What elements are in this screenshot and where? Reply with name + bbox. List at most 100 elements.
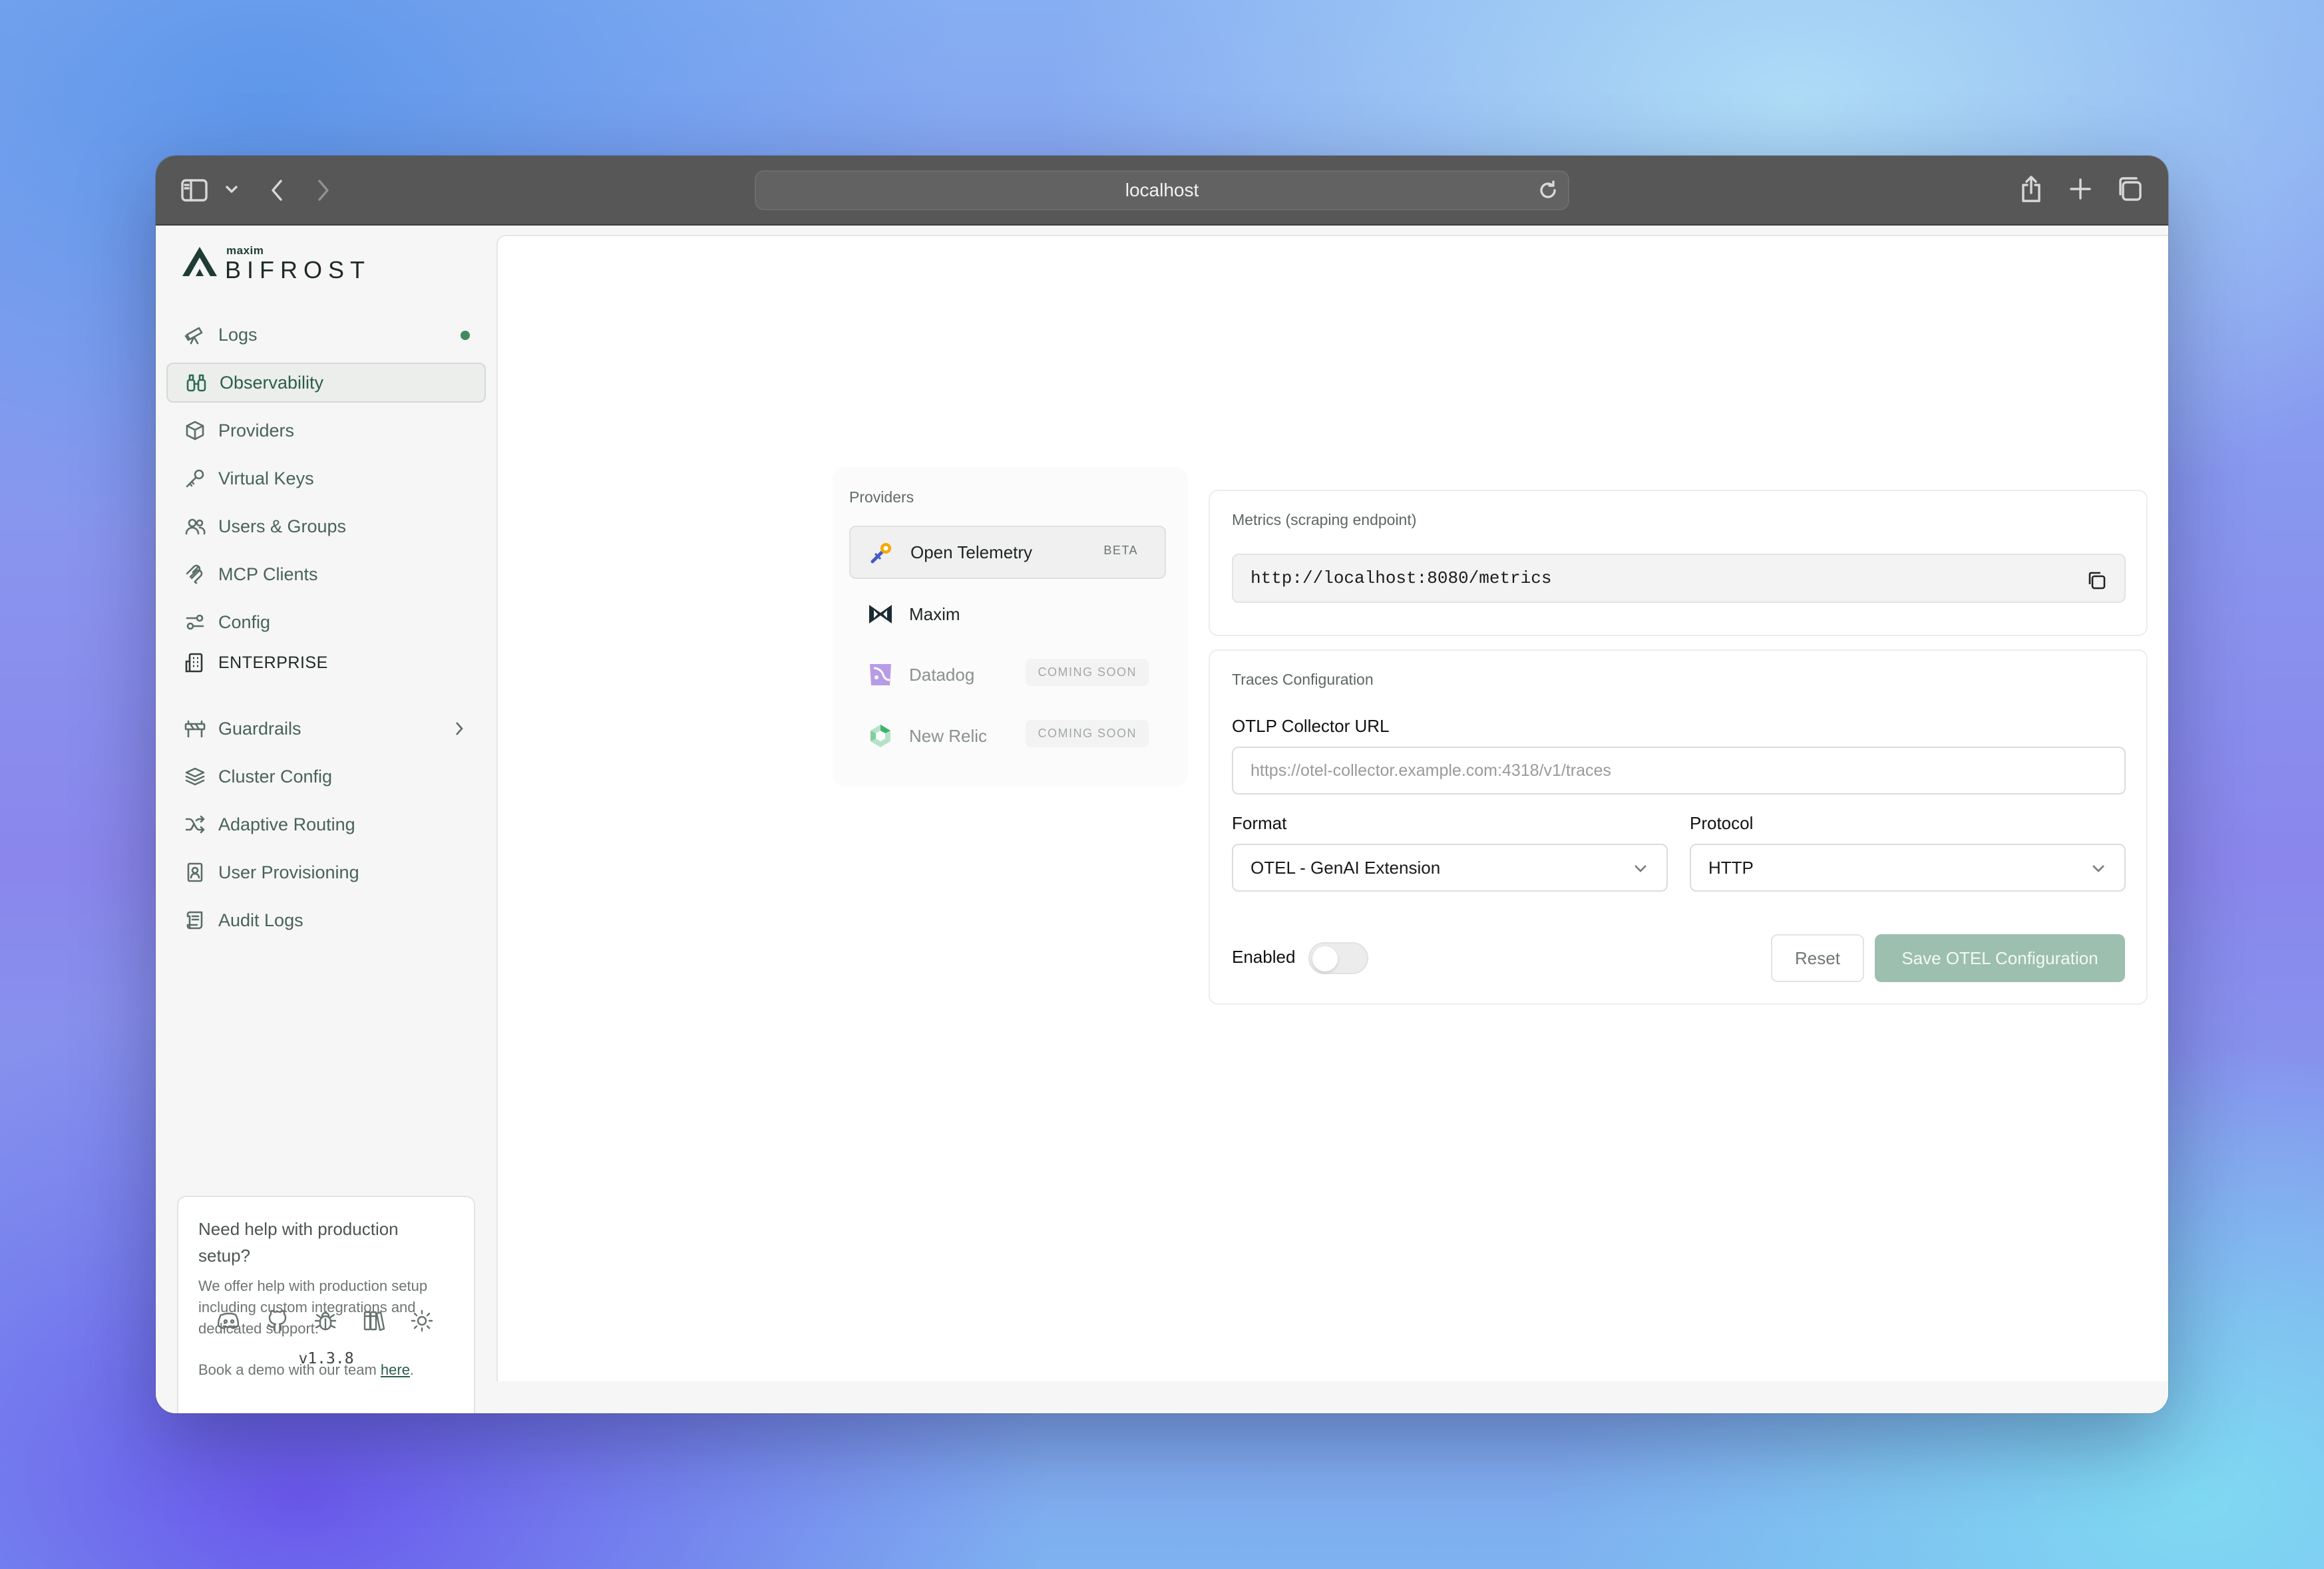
sidebar-item-label: User Provisioning [218,862,359,882]
users-icon [184,515,206,538]
sidebar-item-adaptive-routing[interactable]: Adaptive Routing [166,804,486,844]
address-bar[interactable]: localhost [755,170,1569,210]
chevron-down-icon [1632,860,1649,882]
provider-datadog: Datadog COMING SOON [849,648,1166,701]
reload-icon[interactable] [1537,180,1559,201]
sidebar-item-label: Audit Logs [218,910,303,930]
metrics-title: Metrics (scraping endpoint) [1232,511,1417,528]
providers-title: Providers [849,488,914,506]
sun-icon[interactable] [409,1308,435,1334]
browser-window: localhost maxim BIFROST Logs Observabili… [156,156,2168,1413]
bug-icon[interactable] [312,1308,339,1334]
copy-icon[interactable] [2086,570,2107,596]
telescope-icon [184,323,206,346]
help-card-title: Need help with production setup? [198,1219,399,1266]
sidebar-item-label: Logs [218,324,258,345]
enabled-toggle[interactable] [1308,942,1368,974]
sidebar-item-guardrails[interactable]: Guardrails [166,709,486,749]
sidebar-item-user-provisioning[interactable]: User Provisioning [166,852,486,892]
section-label-text: ENTERPRISE [218,653,328,672]
provider-label: New Relic [909,725,988,746]
new-tab-icon[interactable] [2068,177,2092,201]
provider-new-relic: New Relic COMING SOON [849,709,1166,763]
enabled-label: Enabled [1232,947,1296,967]
cube-icon [184,419,206,442]
beta-badge: BETA [1103,544,1138,557]
layers-icon [184,765,206,788]
scroll-icon [184,909,206,932]
key-icon [184,467,206,490]
provider-label: Datadog [909,664,975,685]
protocol-select[interactable]: HTTP [1690,844,2126,892]
logo-maxim-text: maxim [226,244,264,257]
metrics-endpoint-field[interactable]: http://localhost:8080/metrics [1232,554,2126,603]
share-icon[interactable] [2019,174,2043,204]
protocol-label: Protocol [1690,813,1754,833]
mcp-icon [184,563,206,586]
sidebar-item-providers[interactable]: Providers [166,411,486,450]
format-select[interactable]: OTEL - GenAI Extension [1232,844,1668,892]
sidebar-item-cluster-config[interactable]: Cluster Config [166,757,486,796]
collector-url-placeholder: https://otel-collector.example.com:4318/… [1251,761,1611,780]
opentelemetry-icon [868,538,896,566]
sidebar-item-logs[interactable]: Logs [166,315,486,355]
sidebar-item-observability[interactable]: Observability [166,363,486,403]
tabs-overview-icon[interactable] [2116,176,2143,202]
sidebar-item-label: Config [218,611,271,632]
protocol-value: HTTP [1708,857,1754,878]
provider-open-telemetry[interactable]: Open Telemetry BETA [849,526,1166,579]
browser-toolbar: localhost [156,156,2168,226]
provider-label: Maxim [909,604,960,624]
chevron-down-icon[interactable] [225,185,238,194]
save-otel-button[interactable]: Save OTEL Configuration [1875,934,2125,982]
forward-icon[interactable] [315,178,331,202]
settings-sliders-icon [184,611,206,633]
logo-bifrost-text: BIFROST [225,256,371,283]
coming-soon-badge: COMING SOON [1026,720,1149,747]
sidebar-item-label: Observability [220,372,324,393]
sidebar-item-label: Adaptive Routing [218,814,355,834]
chevron-down-icon [2090,860,2107,882]
metrics-endpoint-text: http://localhost:8080/metrics [1251,568,1552,588]
collector-url-input[interactable]: https://otel-collector.example.com:4318/… [1232,747,2126,794]
discord-icon[interactable] [216,1308,242,1334]
coming-soon-badge: COMING SOON [1026,659,1149,686]
back-icon[interactable] [269,178,285,202]
maxim-icon [867,600,894,628]
version-label: v1.3.8 [298,1350,354,1367]
status-dot [461,331,470,340]
sidebar-item-label: Cluster Config [218,766,333,786]
sidebar-toggle-icon[interactable] [181,178,208,202]
book-icon[interactable] [361,1308,387,1334]
collector-url-label: OTLP Collector URL [1232,716,1390,736]
reset-button[interactable]: Reset [1771,934,1864,982]
sidebar-item-label: Guardrails [218,718,301,739]
help-card: Need help with production setup? We offe… [177,1196,475,1413]
building-icon [184,651,206,674]
sidebar-item-users-groups[interactable]: Users & Groups [166,506,486,546]
sidebar-item-virtual-keys[interactable]: Virtual Keys [166,458,486,498]
sidebar-item-label: Virtual Keys [218,468,314,488]
guardrail-icon [184,717,206,740]
sidebar-item-audit-logs[interactable]: Audit Logs [166,900,486,940]
chevron-right-icon [453,720,466,742]
provider-maxim[interactable]: Maxim [849,588,1166,641]
sidebar-item-label: MCP Clients [218,564,318,584]
newrelic-icon [867,722,894,750]
enterprise-section-label: ENTERPRISE [166,646,328,679]
provider-label: Open Telemetry [910,542,1033,562]
sidebar-item-label: Providers [218,420,295,440]
format-label: Format [1232,813,1287,833]
sidebar-item-config[interactable]: Config [166,602,486,642]
footer-icons [216,1308,435,1334]
sidebar-item-mcp-clients[interactable]: MCP Clients [166,554,486,594]
bifrost-logo-icon [182,247,217,276]
sidebar-item-label: Users & Groups [218,516,347,536]
address-text: localhost [1125,180,1199,200]
github-icon[interactable] [264,1308,291,1334]
contact-book-icon [184,861,206,884]
bifrost-logo[interactable]: maxim BIFROST [181,244,365,283]
traces-title: Traces Configuration [1232,671,1374,688]
toggle-knob [1312,946,1338,971]
binoculars-icon [185,371,208,394]
